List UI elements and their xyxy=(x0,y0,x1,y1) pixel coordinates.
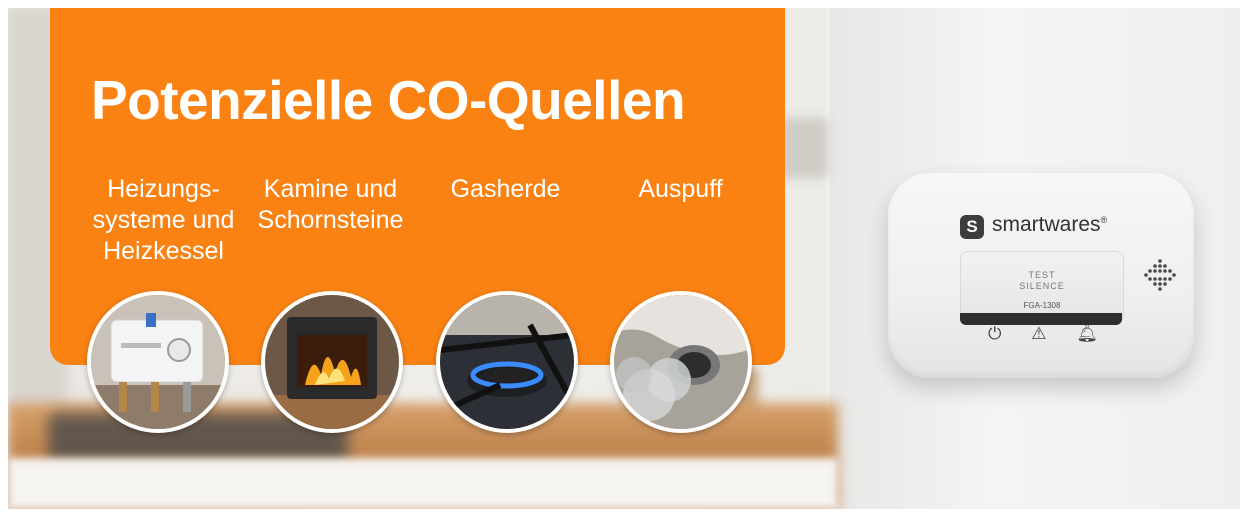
label-line: Kamine und xyxy=(263,175,398,203)
cabinet xyxy=(8,458,838,509)
indicator-icons: ⏻ ⚠ 🔔︎ xyxy=(988,324,1098,344)
page-title: Potenzielle CO-Quellen xyxy=(90,69,686,131)
speaker-grille-icon xyxy=(1144,259,1176,291)
shelf-blur xyxy=(778,118,828,178)
gas-stove-photo xyxy=(436,291,578,433)
label-line: Heizkessel xyxy=(103,237,224,265)
brand-name: smartwares® xyxy=(992,213,1108,236)
boiler-photo xyxy=(87,291,229,433)
co-detector: S smartwares® TEST SILENCE FGA-1308 ⏻ ⚠ … xyxy=(888,173,1194,378)
brand-logo-icon: S xyxy=(960,215,984,239)
button-label-test: TEST xyxy=(1028,270,1056,280)
fireplace-photo xyxy=(261,291,403,433)
label-line: Auspuff xyxy=(638,175,723,203)
source-label-heating: Heizungs- systeme und Heizkessel xyxy=(76,174,251,267)
model-number: FGA-1308 xyxy=(1023,301,1061,310)
label-line: Gasherde xyxy=(450,175,561,203)
label-line: Heizungs- xyxy=(107,175,220,203)
source-label-fireplace: Kamine und Schornsteine xyxy=(243,174,418,236)
label-line: Schornsteine xyxy=(257,206,404,234)
source-label-gas-stove: Gasherde xyxy=(418,174,593,205)
exhaust-photo xyxy=(610,291,752,433)
bell-icon: 🔔︎ xyxy=(1076,324,1098,344)
product-banner: Potenzielle CO-Quellen Heizungs- systeme… xyxy=(8,8,1240,509)
warning-icon: ⚠ xyxy=(1031,324,1047,344)
power-icon: ⏻ xyxy=(988,324,1002,344)
source-label-exhaust: Auspuff xyxy=(593,174,768,205)
button-label-silence: SILENCE xyxy=(1019,281,1065,291)
label-line: systeme und xyxy=(92,206,235,234)
